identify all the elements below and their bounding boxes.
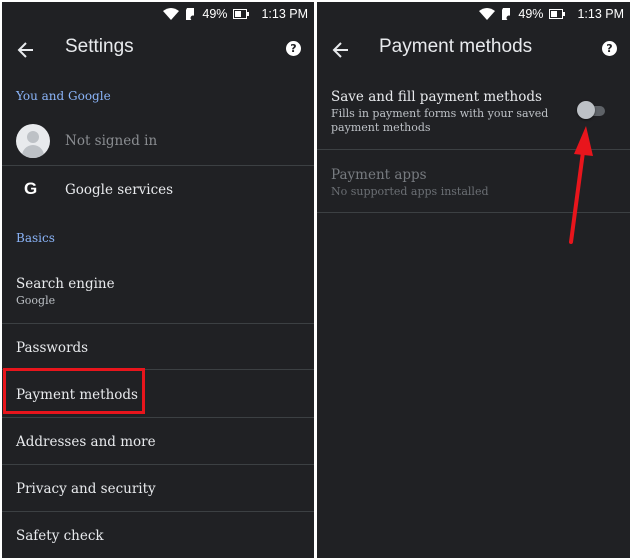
search-engine-item[interactable]: Search engine (16, 276, 115, 292)
highlight-box-annotation (3, 368, 145, 414)
google-services-item[interactable]: Google services (65, 182, 173, 198)
app-bar: Settings ? (2, 28, 314, 72)
addresses-item[interactable]: Addresses and more (16, 434, 156, 450)
sd-card-icon (186, 8, 196, 21)
battery-icon (233, 9, 250, 19)
safety-check-item[interactable]: Safety check (16, 528, 104, 544)
search-engine-value: Google (16, 294, 56, 307)
payment-methods-screen: 49% 1:13 PM Payment methods ? Save and f… (317, 2, 630, 558)
passwords-item[interactable]: Passwords (16, 340, 88, 356)
section-you-and-google: You and Google (16, 89, 111, 103)
wifi-icon (163, 8, 180, 20)
google-g-icon: G (24, 179, 38, 198)
settings-screen: 49% 1:13 PM Settings ? You and Google No… (2, 2, 314, 558)
section-basics: Basics (16, 231, 55, 245)
avatar-icon (16, 124, 50, 158)
battery-percent: 49% (202, 7, 228, 21)
page-title: Settings (65, 36, 134, 57)
status-bar: 49% 1:13 PM (2, 2, 314, 26)
back-arrow-icon[interactable] (16, 40, 36, 60)
privacy-security-item[interactable]: Privacy and security (16, 481, 156, 497)
red-arrow-annotation (569, 126, 593, 244)
status-time: 1:13 PM (261, 7, 308, 21)
not-signed-in[interactable]: Not signed in (65, 133, 157, 149)
help-icon[interactable]: ? (286, 41, 301, 56)
